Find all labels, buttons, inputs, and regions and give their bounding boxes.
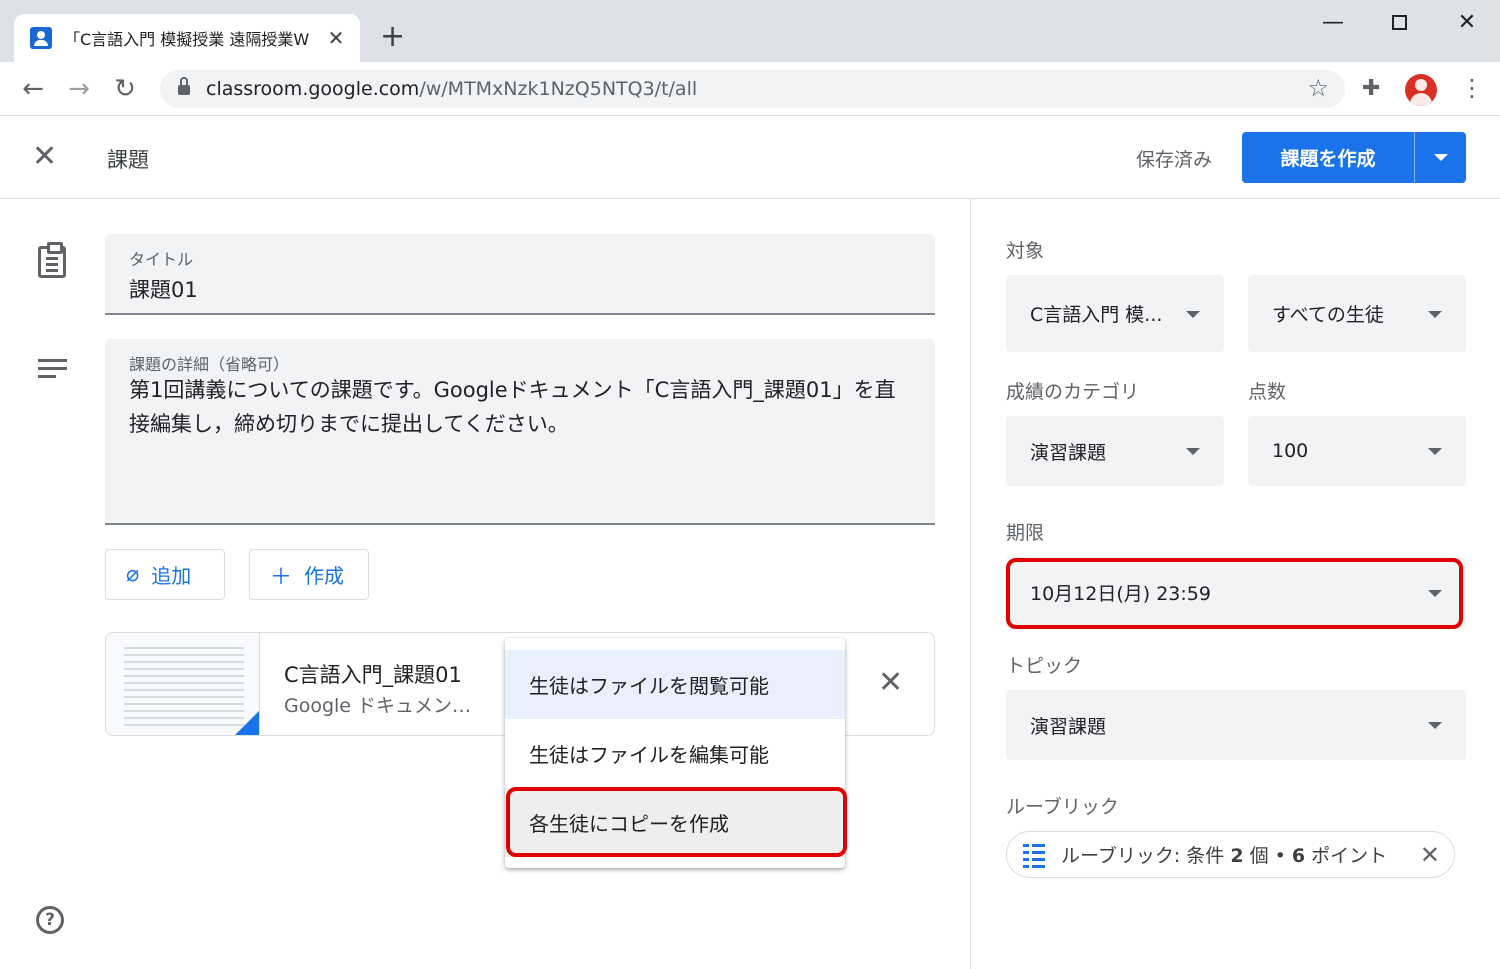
caret-down-icon: [1186, 310, 1200, 318]
topic-label: トピック: [1006, 655, 1083, 677]
window-close-icon[interactable]: ✕: [1452, 8, 1482, 38]
rubric-list-icon: [1023, 841, 1047, 868]
caret-down-icon: [1428, 310, 1442, 318]
saved-status: 保存済み: [1136, 149, 1213, 171]
description-lines-icon: [38, 359, 74, 378]
caret-down-icon: [1428, 589, 1442, 597]
create-assignment-button: 課題を作成: [1242, 132, 1466, 183]
page-title: 課題: [107, 148, 149, 172]
rubric-label: ルーブリック: [1006, 796, 1119, 818]
back-arrow-icon[interactable]: ←: [16, 72, 50, 106]
attachment-name[interactable]: C言語入門_課題01: [284, 659, 462, 689]
address-bar[interactable]: classroom.google.com/w/MTMxNzk1NzQ5NTQ3/…: [160, 70, 1345, 108]
browser-tab-bar: 「C言語入門 模擬授業 遠隔授業W ✕ + — ✕: [0, 0, 1500, 62]
for-label: 対象: [1006, 240, 1045, 262]
class-value: C言語入門 模...: [1030, 304, 1163, 326]
rubric-chip[interactable]: ルーブリック: 条件 2 個 • 6 ポイント ✕: [1006, 831, 1455, 878]
rubric-summary: ルーブリック: 条件 2 個 • 6 ポイント: [1061, 845, 1388, 867]
add-label: 追加: [151, 564, 192, 588]
description-input[interactable]: 第1回講義についての課題です。Googleドキュメント「C言語入門_課題01」を…: [129, 373, 909, 441]
due-label: 期限: [1006, 522, 1045, 544]
grade-category-value: 演習課題: [1030, 441, 1107, 464]
forward-arrow-icon[interactable]: →: [62, 72, 96, 106]
students-select[interactable]: すべての生徒: [1248, 275, 1466, 352]
caret-down-icon: [1428, 722, 1442, 729]
description-field[interactable]: 課題の詳細（省略可） 第1回講義についての課題です。Googleドキュメント「C…: [105, 339, 935, 525]
caret-down-icon: [1433, 154, 1448, 161]
menu-item-make-copy[interactable]: 各生徒にコピーを作成: [505, 788, 845, 857]
tab-title: 「C言語入門 模擬授業 遠隔授業W: [64, 30, 310, 49]
close-icon[interactable]: ✕: [32, 139, 57, 175]
caret-down-icon: [1428, 448, 1442, 455]
class-select[interactable]: C言語入門 模...: [1006, 275, 1224, 352]
window-minimize-icon[interactable]: —: [1318, 8, 1348, 38]
menu-item-view-only[interactable]: 生徒はファイルを閲覧可能: [505, 650, 845, 719]
title-label: タイトル: [129, 250, 194, 269]
bookmark-star-icon[interactable]: ☆: [1307, 74, 1329, 102]
remove-rubric-icon[interactable]: ✕: [1420, 841, 1440, 869]
create-options-dropdown[interactable]: [1415, 132, 1466, 183]
topic-select[interactable]: 演習課題: [1006, 690, 1466, 760]
create-assignment-main-button[interactable]: 課題を作成: [1242, 132, 1415, 183]
extensions-puzzle-icon[interactable]: ✚: [1362, 76, 1380, 101]
title-input[interactable]: 課題01: [129, 274, 198, 304]
plus-icon: ＋: [270, 564, 293, 590]
points-value: 100: [1272, 440, 1309, 462]
students-value: すべての生徒: [1272, 304, 1384, 326]
document-thumbnail[interactable]: [106, 633, 260, 735]
topic-value: 演習課題: [1030, 715, 1107, 738]
points-label: 点数: [1248, 381, 1287, 403]
attachment-type: Google ドキュメン…: [284, 695, 472, 717]
menu-item-can-edit[interactable]: 生徒はファイルを編集可能: [505, 719, 845, 788]
docs-corner-icon: [233, 711, 259, 735]
panel-divider: [970, 199, 971, 969]
browser-toolbar: ← → ↻ classroom.google.com/w/MTMxNzk1NzQ…: [0, 62, 1500, 116]
tab-close-icon[interactable]: ✕: [326, 26, 346, 50]
window-maximize-icon[interactable]: [1384, 8, 1414, 39]
title-field[interactable]: タイトル 課題01: [105, 234, 935, 315]
due-value: 10月12日(月) 23:59: [1030, 583, 1211, 605]
assignment-clipboard-icon: [38, 242, 66, 278]
create-attachment-button[interactable]: ＋ 作成: [249, 549, 369, 600]
due-date-select[interactable]: 10月12日(月) 23:59: [1006, 557, 1466, 628]
assignment-header: ✕ 課題 保存済み 課題を作成: [0, 117, 1500, 199]
grade-category-label: 成績のカテゴリ: [1006, 381, 1140, 403]
points-select[interactable]: 100: [1248, 416, 1466, 486]
share-options-menu: 生徒はファイルを閲覧可能 生徒はファイルを編集可能 各生徒にコピーを作成: [505, 638, 845, 868]
new-tab-icon[interactable]: +: [380, 22, 405, 52]
more-vert-icon[interactable]: ⋮: [1460, 76, 1484, 100]
profile-avatar[interactable]: [1405, 74, 1437, 106]
url-text[interactable]: classroom.google.com/w/MTMxNzk1NzQ5NTQ3/…: [206, 78, 697, 100]
paperclip-icon: ⌀: [126, 562, 140, 587]
browser-tab[interactable]: 「C言語入門 模擬授業 遠隔授業W ✕: [14, 14, 360, 62]
add-attachment-button[interactable]: ⌀ 追加: [105, 549, 225, 600]
reload-icon[interactable]: ↻: [108, 72, 142, 106]
grade-category-select[interactable]: 演習課題: [1006, 416, 1224, 486]
create-label: 作成: [304, 564, 345, 588]
description-label: 課題の詳細（省略可）: [129, 355, 290, 374]
help-icon[interactable]: ?: [36, 906, 64, 934]
caret-down-icon: [1186, 448, 1200, 455]
lock-icon: [178, 77, 190, 96]
classroom-favicon-icon: [30, 27, 52, 49]
remove-attachment-icon[interactable]: ✕: [878, 665, 903, 701]
